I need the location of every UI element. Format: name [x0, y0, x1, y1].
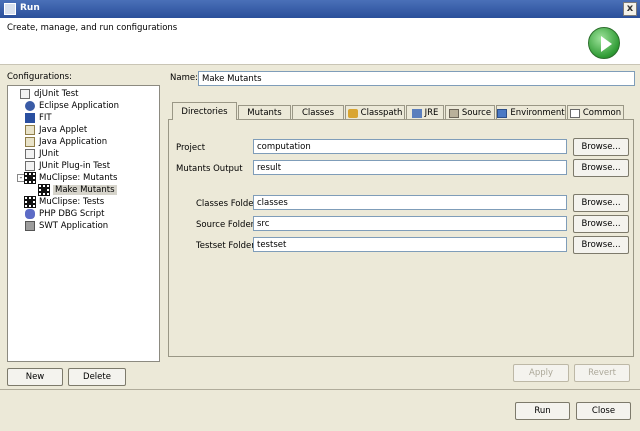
fit-icon	[25, 113, 35, 123]
php-icon	[25, 209, 35, 219]
project-input[interactable]	[253, 139, 567, 154]
common-icon	[569, 108, 580, 118]
delete-button[interactable]: Delete	[68, 368, 126, 386]
tab-directories[interactable]: Directories	[172, 102, 237, 120]
footer-separator	[0, 389, 640, 390]
java-application-icon	[25, 137, 35, 147]
tab-classes[interactable]: Classes	[292, 105, 344, 120]
muclipse-icon	[38, 184, 50, 196]
tree-item-java-applet[interactable]: Java Applet	[25, 124, 87, 136]
junit-icon	[20, 89, 30, 99]
tree-item-java-application[interactable]: Java Application	[25, 136, 107, 148]
muclipse-icon	[24, 196, 36, 208]
mutants-output-input[interactable]	[253, 160, 567, 175]
tab-jre[interactable]: JRE	[406, 105, 444, 120]
tree-item-muclipse-tests[interactable]: MuClipse: Tests	[24, 196, 105, 208]
tab-label: Classes	[301, 108, 335, 118]
source-icon	[448, 108, 459, 118]
tab-label: Classpath	[360, 108, 403, 118]
tree-item-djunit-test[interactable]: djUnit Test	[20, 88, 79, 100]
project-browse-button[interactable]: Browse...	[573, 138, 629, 156]
tab-environment[interactable]: Environment	[496, 105, 566, 120]
tab-common[interactable]: Common	[567, 105, 624, 120]
testset-folder-browse-button[interactable]: Browse...	[573, 236, 629, 254]
source-folder-browse-button[interactable]: Browse...	[573, 215, 629, 233]
tree-item-eclipse-application[interactable]: Eclipse Application	[25, 100, 119, 112]
tab-label: Mutants	[247, 108, 282, 118]
tree-item-label: Eclipse Application	[39, 101, 120, 111]
tree-item-php-dbg-script[interactable]: PHP DBG Script	[25, 208, 105, 220]
tab-source[interactable]: Source	[445, 105, 495, 120]
tab-mutants[interactable]: Mutants	[238, 105, 291, 120]
classpath-icon	[347, 108, 358, 118]
tree-item-swt-application[interactable]: SWT Application	[25, 220, 108, 232]
source-folder-input[interactable]	[253, 216, 567, 231]
tree-item-label: Java Application	[39, 137, 108, 147]
java-applet-icon	[25, 125, 35, 135]
tree-item-fit[interactable]: FIT	[25, 112, 52, 124]
name-label: Name:	[170, 73, 198, 83]
dialog-header: Create, manage, and run configurations	[0, 18, 640, 65]
junit-icon	[25, 149, 35, 159]
source-folder-label: Source Folder	[196, 220, 255, 230]
run-window-icon	[4, 3, 16, 15]
jre-icon	[411, 108, 422, 118]
tree-item-label: PHP DBG Script	[39, 209, 105, 219]
apply-button[interactable]: Apply	[513, 364, 569, 382]
tab-label: Environment	[510, 108, 565, 118]
classes-folder-label: Classes Folder	[196, 199, 257, 209]
tab-label: Directories	[181, 106, 228, 117]
tab-label: Common	[582, 108, 622, 118]
tree-item-label: Java Applet	[39, 125, 88, 135]
tree-item-make-mutants[interactable]: Make Mutants	[38, 184, 117, 196]
close-button[interactable]: Close	[576, 402, 631, 420]
mutants-output-browse-button[interactable]: Browse...	[573, 159, 629, 177]
project-label: Project	[176, 143, 206, 153]
tree-item-label: SWT Application	[39, 221, 109, 231]
tab-label: Source	[461, 108, 492, 118]
tree-item-label: Make Mutants	[53, 185, 117, 195]
tree-item-label: FIT	[39, 113, 52, 123]
tree-item-label: JUnit Plug-in Test	[39, 161, 111, 171]
title-bar: Run x	[0, 0, 640, 18]
muclipse-icon	[24, 172, 36, 184]
configuration-name-input[interactable]	[198, 71, 635, 86]
tab-label: JRE	[424, 108, 439, 118]
collapse-muclipse-mutants-icon[interactable]: -	[17, 174, 25, 182]
eclipse-icon	[25, 101, 35, 111]
tree-item-muclipse-mutants[interactable]: MuClipse: Mutants	[24, 172, 118, 184]
testset-folder-input[interactable]	[253, 237, 567, 252]
classes-folder-input[interactable]	[253, 195, 567, 210]
tree-item-label: MuClipse: Tests	[39, 197, 105, 207]
run-banner-icon	[588, 27, 620, 59]
new-button[interactable]: New	[7, 368, 63, 386]
dialog-subtitle: Create, manage, and run configurations	[7, 23, 178, 33]
mutants-output-label: Mutants Output	[176, 164, 243, 174]
tree-item-junit-plugin-test[interactable]: JUnit Plug-in Test	[25, 160, 110, 172]
tree-item-label: JUnit	[39, 149, 59, 159]
junit-plugin-icon	[25, 161, 35, 171]
revert-button[interactable]: Revert	[574, 364, 630, 382]
configurations-tree[interactable]: djUnit Test Eclipse Application FIT Java…	[7, 85, 160, 362]
swt-icon	[25, 221, 35, 231]
tab-classpath[interactable]: Classpath	[345, 105, 405, 120]
classes-folder-browse-button[interactable]: Browse...	[573, 194, 629, 212]
configurations-label: Configurations:	[7, 72, 72, 82]
close-window-button[interactable]: x	[623, 2, 637, 16]
tree-item-label: djUnit Test	[34, 89, 79, 99]
testset-folder-label: Testset Folder	[196, 241, 255, 251]
tree-item-junit[interactable]: JUnit	[25, 148, 59, 160]
environment-icon	[497, 108, 508, 118]
run-button[interactable]: Run	[515, 402, 570, 420]
tree-item-label: MuClipse: Mutants	[39, 173, 118, 183]
window-title: Run	[20, 3, 40, 13]
